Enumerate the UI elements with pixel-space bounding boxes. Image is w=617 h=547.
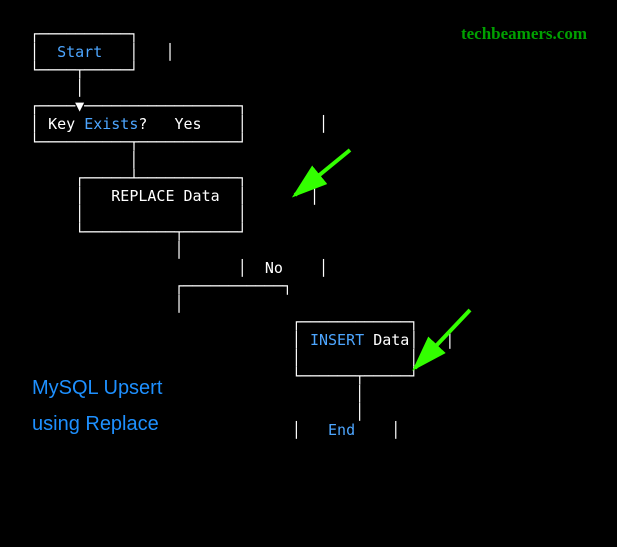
replace-data: Data [184,187,220,205]
replace-label: REPLACE [111,187,174,205]
end-node: End [328,421,355,439]
yes-label: Yes [175,115,202,133]
key-label: Key [48,115,75,133]
start-node: Start [57,43,102,61]
question-mark: ? [138,115,147,133]
no-label: No [265,259,283,277]
watermark-text: techbeamers.com [461,24,587,44]
exists-label: Exists [84,115,138,133]
insert-label: INSERT [310,331,364,349]
insert-data: Data [373,331,409,349]
flowchart: ┌──────────┐ │ Start │ │ └────┬─────┘ │ … [30,25,454,439]
